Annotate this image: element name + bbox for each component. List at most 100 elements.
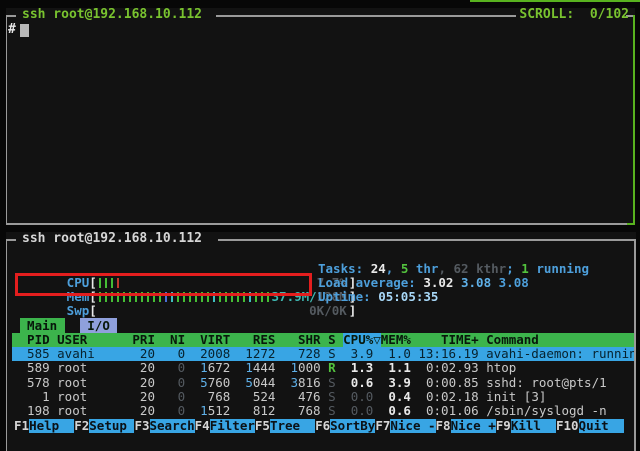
text-run: htop: [479, 361, 517, 375]
text-run: 0.0: [336, 390, 374, 404]
pane-border: [6, 239, 7, 451]
text-run: 1 root 20: [12, 390, 178, 404]
text-run: [275, 361, 290, 375]
fn-key-f9[interactable]: F9: [496, 419, 511, 433]
text-run: 0.4: [373, 390, 411, 404]
bottom-pane-title: ssh root@192.168.10.112: [22, 231, 202, 246]
tasks-count: 24: [371, 261, 386, 276]
text-run: 0:01.06: [411, 404, 479, 418]
swap-meter-close: ]: [349, 303, 357, 318]
process-row[interactable]: 1 root 20 0 768 524 476 S 0.0 0.4 0:02.1…: [12, 390, 634, 404]
process-row[interactable]: 198 root 20 0 1512 812 768 S 0.0 0.6 0:0…: [12, 404, 634, 418]
process-row-selected[interactable]: 585 avahi 20 0 2008 1272 728 S 3.9 1.0 1…: [12, 347, 634, 361]
text-run: S: [328, 390, 336, 404]
text-run: ]: [349, 303, 357, 318]
text-run: 1: [200, 361, 208, 375]
fn-tree[interactable]: Tree: [270, 419, 315, 433]
text-run: sshd: root@pts/1: [479, 376, 607, 390]
text-run: 0:02.18: [411, 390, 479, 404]
kernel-threads-count: 62 kthr: [454, 261, 507, 276]
tab-io[interactable]: I/O: [80, 318, 118, 333]
pane-border: [6, 239, 16, 241]
process-row[interactable]: 578 root 20 0 5760 5044 3816 S 0.6 3.9 0…: [12, 376, 634, 390]
fn-key-f5[interactable]: F5: [255, 419, 270, 433]
swap-meter-label: Swp: [59, 303, 89, 318]
fn-key-f6[interactable]: F6: [315, 419, 330, 433]
top-pane-ssh[interactable]: ssh root@192.168.10.112 SCROLL: 0/102 #: [6, 8, 635, 225]
fn-kill[interactable]: Kill: [511, 419, 556, 433]
pane-border: [6, 15, 7, 223]
text-run: 0.6: [336, 376, 374, 390]
fn-key-f2[interactable]: F2: [74, 419, 89, 433]
text-run: 1.3: [336, 361, 374, 375]
text-run: 1.1: [373, 361, 411, 375]
text-run: /sbin/syslogd -n: [479, 404, 607, 418]
text-run: 672: [208, 361, 231, 375]
text-run: 0.0: [336, 404, 374, 418]
tab-main[interactable]: Main: [20, 318, 65, 333]
uptime-value: 05:05:35: [378, 289, 438, 304]
fn-key-f4[interactable]: F4: [195, 419, 210, 433]
text-run: Tasks:: [318, 261, 371, 276]
uptime: Uptime: 05:05:35: [318, 290, 438, 304]
fn-nice-plus[interactable]: Nice +: [451, 419, 496, 433]
text-run: MEM% TIME+ Command: [381, 333, 539, 347]
text-run: [185, 361, 200, 375]
text-run: 1: [291, 361, 299, 375]
text-run: thr: [408, 261, 438, 276]
text-run: 589 root 20: [12, 361, 178, 375]
text-run: 000: [298, 361, 321, 375]
fn-quit[interactable]: Quit: [579, 419, 624, 433]
pane-border: [6, 223, 635, 225]
text-run: 3: [291, 376, 299, 390]
fn-search[interactable]: Search: [150, 419, 195, 433]
prompt-line: #: [8, 23, 16, 37]
text-run: 0:00.85: [411, 376, 479, 390]
load-5min: 3.08: [461, 275, 499, 290]
top-pane-titlebar: ssh root@192.168.10.112: [22, 8, 202, 22]
fn-help[interactable]: Help: [29, 419, 74, 433]
fn-key-f3[interactable]: F3: [134, 419, 149, 433]
text-run: Load average:: [318, 275, 423, 290]
active-pane-top-border: [470, 0, 640, 2]
fn-setup[interactable]: Setup: [89, 419, 134, 433]
process-row[interactable]: 589 root 20 0 1672 1444 1000 R 1.3 1.1 0…: [12, 361, 634, 375]
text-run: [275, 376, 290, 390]
scroll-label: SCROLL:: [519, 7, 589, 22]
function-key-bar[interactable]: F1Help F2Setup F3SearchF4FilterF5Tree F6…: [14, 419, 636, 433]
text-run: Uptime:: [318, 289, 378, 304]
text-run: 585 avahi 20 0 2008 1272 728 S 3.9 1.0 1…: [12, 347, 634, 361]
pane-border: [6, 15, 16, 17]
fn-filter[interactable]: Filter: [210, 419, 255, 433]
fn-key-f1[interactable]: F1: [14, 419, 29, 433]
bottom-pane-titlebar: ssh root@192.168.10.112: [22, 232, 202, 246]
running-count: 1: [521, 261, 529, 276]
scroll-indicator: SCROLL: 0/102: [519, 8, 629, 22]
load-1min: 3.02: [423, 275, 461, 290]
text-run: S: [328, 376, 336, 390]
fn-nice-minus[interactable]: Nice -: [390, 419, 435, 433]
process-table-header[interactable]: PID USER PRI NI VIRT RES SHR S CPU%▽MEM%…: [12, 333, 634, 347]
text-run: 768 524 476: [185, 390, 328, 404]
text-run: [230, 376, 245, 390]
text-run: 512 812 768: [208, 404, 328, 418]
fn-key-f10[interactable]: F10: [556, 419, 579, 433]
text-run: [: [89, 303, 97, 318]
text-run: 5: [200, 376, 208, 390]
pane-border: [218, 239, 634, 241]
terminal-cursor: [20, 24, 29, 37]
text-run: init [3]: [479, 390, 547, 404]
bottom-pane-ssh-htop[interactable]: ssh root@192.168.10.112 CPU[7.7%] Mem[37…: [6, 232, 636, 451]
text-run: 0.6: [373, 404, 411, 418]
load-15min: 3.08: [499, 275, 529, 290]
fn-key-f8[interactable]: F8: [436, 419, 451, 433]
shell-prompt: #: [8, 22, 16, 37]
terminal-screen: ssh root@192.168.10.112 SCROLL: 0/102 # …: [0, 0, 640, 451]
text-run: [185, 376, 200, 390]
text-run: ,: [438, 261, 453, 276]
text-run: 0: [178, 376, 186, 390]
fn-key-f7[interactable]: F7: [375, 419, 390, 433]
fn-sortby[interactable]: SortBy: [330, 419, 375, 433]
text-run: PID USER PRI NI VIRT RES SHR S: [12, 333, 343, 347]
sort-column-cpu[interactable]: CPU%▽: [343, 333, 381, 347]
